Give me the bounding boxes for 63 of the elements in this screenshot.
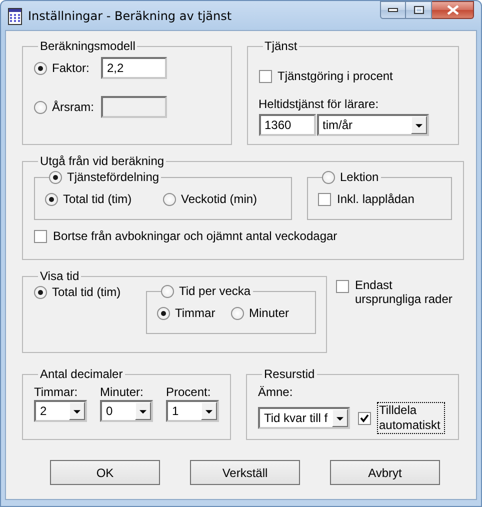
dialog-button[interactable]: Verkställ [190, 460, 300, 485]
minimize-icon [388, 8, 398, 12]
group-title: Visa tid [39, 269, 80, 283]
field-label: Procent: [166, 385, 212, 400]
radio-button[interactable] [49, 170, 62, 184]
checkbox-label[interactable]: Bortse från avbokningar och ojämnt antal veckodagar [53, 229, 338, 243]
radio-label[interactable]: Faktor: [52, 61, 101, 75]
minimize-button[interactable] [380, 1, 406, 19]
checkbox-label[interactable]: Tjänstgöring i procent [278, 69, 393, 83]
radio-button[interactable] [34, 62, 47, 74]
radio-button[interactable] [161, 284, 174, 298]
caret-icon [201, 402, 217, 420]
checkbox[interactable] [336, 280, 349, 293]
caret-icon [69, 402, 85, 420]
radio-button[interactable] [34, 286, 47, 298]
radio-label[interactable]: Timmar [175, 306, 216, 320]
checkbox[interactable] [318, 192, 331, 206]
maximize-button[interactable] [406, 1, 432, 19]
radio-label[interactable]: Tjänstefördelning [67, 170, 160, 184]
caret-icon [135, 402, 151, 420]
input-field[interactable]: 2,2 [101, 57, 167, 79]
group-title: Utgå från vid beräkning [39, 154, 166, 168]
caret-icon [410, 116, 426, 134]
group-title: Tjänst [264, 39, 298, 53]
radio-label[interactable]: Tid per vecka [179, 284, 251, 298]
dropdown[interactable]: tim/år [316, 114, 428, 136]
field-label: Timmar: [34, 385, 79, 400]
radio-button[interactable] [45, 192, 58, 206]
checkbox[interactable] [34, 230, 47, 242]
checkbox[interactable] [258, 70, 272, 82]
close-button[interactable] [432, 1, 474, 19]
radio-button[interactable] [231, 306, 244, 320]
group-title: Resurstid [263, 367, 316, 381]
field-label: Ämne: [258, 385, 294, 400]
window-title: Inställningar - Beräkning av tjänst [28, 8, 233, 22]
dropdown[interactable]: 1 [166, 400, 219, 422]
checkbox-label[interactable]: Endast ursprungliga rader [355, 278, 459, 306]
caret-icon [332, 409, 348, 427]
dialog-button[interactable]: OK [50, 460, 160, 485]
checkbox[interactable] [358, 412, 371, 424]
group-title: Beräkningsmodell [39, 39, 136, 53]
radio-button[interactable] [322, 170, 335, 184]
check-icon [360, 414, 369, 422]
maximize-icon [414, 6, 424, 14]
field-label: Heltidstjänst för lärare: [258, 97, 380, 112]
radio-label[interactable]: Total tid (tim) [52, 285, 121, 299]
radio-label[interactable]: Minuter [249, 306, 290, 320]
dropdown[interactable]: 0 [100, 400, 153, 422]
dropdown[interactable]: 2 [34, 400, 87, 422]
radio-label[interactable]: Total tid (tim) [63, 192, 132, 206]
radio-button[interactable] [157, 306, 170, 320]
radio-label[interactable]: Lektion [340, 170, 379, 184]
radio-label[interactable]: Veckotid (min) [181, 192, 258, 206]
checkbox-label[interactable]: Tilldela automatiskt [377, 402, 445, 434]
calendar-icon [8, 6, 22, 24]
close-icon [446, 5, 458, 15]
dropdown[interactable]: Tid kvar till f [258, 407, 350, 429]
field-label: Minuter: [100, 385, 144, 400]
checkbox-label[interactable]: Inkl. lapplådan [337, 192, 414, 206]
dialog-button[interactable]: Avbryt [330, 460, 440, 485]
group-title: Antal decimaler [39, 367, 124, 381]
radio-button[interactable] [163, 192, 176, 206]
input-field[interactable]: 1360 [258, 114, 316, 136]
